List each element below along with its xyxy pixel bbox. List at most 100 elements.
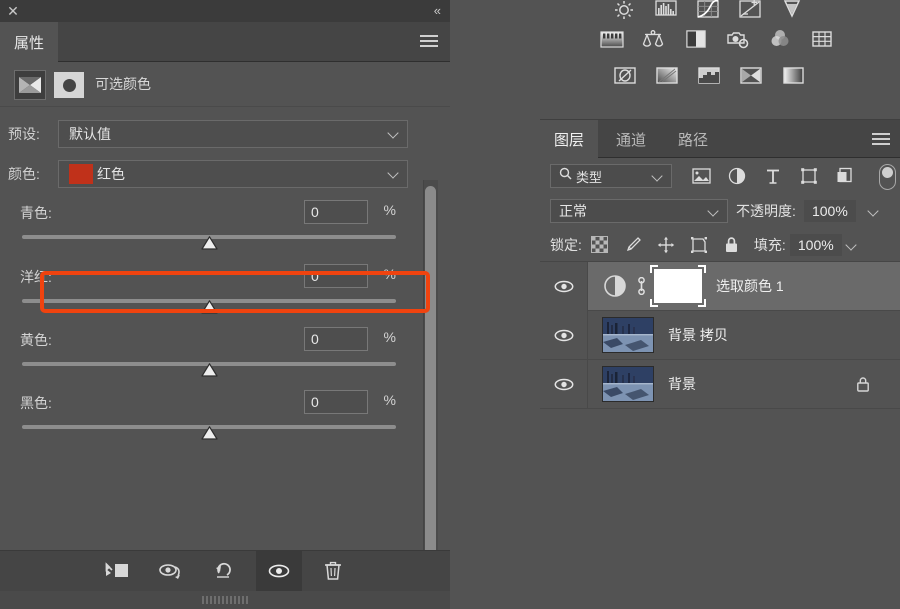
black-white-icon[interactable] xyxy=(682,26,710,52)
lock-label: 锁定: xyxy=(550,236,582,253)
tab-properties-label: 属性 xyxy=(13,34,44,52)
channel-mixer-icon[interactable] xyxy=(766,26,794,52)
layer-row[interactable]: 背景 xyxy=(540,359,900,409)
photoshop-panels-screenshot: ✕ « 属性 可选颜色 预设: 默认值 颜色: 红色 青色: 0 % 洋红: 0… xyxy=(0,0,900,609)
layer-mask-thumbnail[interactable] xyxy=(650,265,706,307)
slider-value-input[interactable]: 0 xyxy=(304,390,368,414)
tab-layers[interactable]: 图层 xyxy=(540,120,599,158)
fill-chevron-down-icon[interactable] xyxy=(842,234,862,256)
layer-locked-icon xyxy=(856,376,870,398)
slider-handle[interactable] xyxy=(201,426,218,440)
chevron-down-icon xyxy=(709,207,719,217)
blend-mode-dropdown[interactable]: 正常 xyxy=(550,199,728,223)
type-layer-filter-icon[interactable] xyxy=(762,165,784,187)
lock-icons xyxy=(590,235,742,255)
close-icon[interactable]: ✕ xyxy=(6,4,20,18)
tab-channels-label: 通道 xyxy=(616,131,647,149)
slider-handle[interactable] xyxy=(201,363,218,377)
invert-icon[interactable] xyxy=(612,62,640,88)
lock-image-icon[interactable] xyxy=(623,235,643,255)
layer-image-thumbnail[interactable] xyxy=(602,366,654,402)
layer-visibility-eye-icon[interactable] xyxy=(540,261,588,311)
layer-name: 背景 拷贝 xyxy=(668,327,728,343)
adjustment-layer-filter-icon[interactable] xyxy=(726,165,748,187)
toggle-previous-state-icon[interactable] xyxy=(148,551,194,592)
tab-channels[interactable]: 通道 xyxy=(602,120,660,158)
tab-paths[interactable]: 路径 xyxy=(664,120,722,158)
brightness-contrast-icon[interactable] xyxy=(610,0,638,22)
color-balance-icon[interactable] xyxy=(640,26,668,52)
slider-value-input[interactable]: 0 xyxy=(304,264,368,288)
preset-label: 预设: xyxy=(8,126,40,142)
filter-type-value: 类型 xyxy=(576,169,603,185)
layer-row[interactable]: 选取颜色 1 xyxy=(540,261,900,311)
opacity-chevron-down-icon[interactable] xyxy=(864,200,884,222)
lock-all-icon[interactable] xyxy=(722,235,742,255)
color-dropdown[interactable]: 红色 xyxy=(58,160,408,188)
tab-properties[interactable]: 属性 xyxy=(0,22,58,62)
lock-transparency-icon[interactable] xyxy=(590,235,610,255)
shape-layer-filter-icon[interactable] xyxy=(798,165,820,187)
smart-object-filter-icon[interactable] xyxy=(834,165,856,187)
photo-filter-icon[interactable] xyxy=(724,26,752,52)
exposure-icon[interactable] xyxy=(736,0,764,22)
double-chevron-left-icon[interactable]: « xyxy=(434,3,441,18)
adjustments-row-3 xyxy=(540,58,900,92)
color-label: 颜色: xyxy=(8,166,40,182)
vibrance-icon[interactable] xyxy=(778,0,806,22)
panel-resize-grip[interactable] xyxy=(0,591,450,609)
slider-label: 青色: xyxy=(20,205,52,221)
magnifier-icon xyxy=(559,167,572,185)
adjustments-panel xyxy=(540,0,900,120)
properties-footer-toolbar xyxy=(0,550,450,592)
visibility-eye-icon[interactable] xyxy=(256,550,302,592)
gradient-map-icon[interactable] xyxy=(780,62,808,88)
filter-enable-toggle[interactable] xyxy=(879,164,896,190)
properties-scrollbar-thumb[interactable] xyxy=(425,186,436,609)
slider-value-input[interactable]: 0 xyxy=(304,200,368,224)
layer-visibility-eye-icon[interactable] xyxy=(540,359,588,409)
clip-to-layer-icon[interactable] xyxy=(94,551,140,592)
blend-mode-row: 正常 不透明度: 100% xyxy=(540,194,900,228)
layer-mask-thumbnail[interactable] xyxy=(54,72,84,98)
threshold-icon[interactable] xyxy=(696,62,724,88)
opacity-label: 不透明度: xyxy=(736,203,796,219)
tab-layers-label: 图层 xyxy=(554,131,585,149)
hamburger-menu-icon[interactable] xyxy=(420,35,438,49)
chevron-down-icon xyxy=(389,169,399,179)
layer-name: 选取颜色 1 xyxy=(716,278,784,294)
fill-value[interactable]: 100% xyxy=(789,233,842,256)
hue-saturation-icon[interactable] xyxy=(598,26,626,52)
lock-artboard-icon[interactable] xyxy=(689,235,709,255)
reset-icon[interactable] xyxy=(202,551,248,592)
slider-handle[interactable] xyxy=(201,300,218,314)
color-lookup-icon[interactable] xyxy=(808,26,836,52)
layer-mask-link-icon[interactable] xyxy=(634,276,648,296)
preset-dropdown[interactable]: 默认值 xyxy=(58,120,408,148)
preset-row: 预设: 默认值 xyxy=(0,119,424,149)
hamburger-menu-icon[interactable] xyxy=(872,133,890,146)
preset-value: 默认值 xyxy=(69,126,111,142)
slider-unit: % xyxy=(383,329,396,345)
selective-color-icon[interactable] xyxy=(738,62,766,88)
filter-type-dropdown[interactable]: 类型 xyxy=(550,164,672,188)
delete-trash-icon[interactable] xyxy=(310,551,356,592)
layer-image-thumbnail[interactable] xyxy=(602,317,654,353)
layer-filter-row: 类型 xyxy=(540,158,900,194)
pixel-layer-filter-icon[interactable] xyxy=(690,165,712,187)
slider-unit: % xyxy=(383,202,396,218)
slider-unit: % xyxy=(383,392,396,408)
adjustment-title: 可选颜色 xyxy=(95,76,151,92)
adjustment-layer-thumbnail[interactable] xyxy=(602,273,628,299)
curves-icon[interactable] xyxy=(694,0,722,22)
blend-mode-value: 正常 xyxy=(559,203,587,219)
layer-visibility-eye-icon[interactable] xyxy=(540,310,588,360)
tab-paths-label: 路径 xyxy=(678,131,709,149)
lock-position-icon[interactable] xyxy=(656,235,676,255)
slider-value-input[interactable]: 0 xyxy=(304,327,368,351)
opacity-value[interactable]: 100% xyxy=(803,200,856,222)
posterize-icon[interactable] xyxy=(654,62,682,88)
layer-row[interactable]: 背景 拷贝 xyxy=(540,310,900,360)
slider-handle[interactable] xyxy=(201,236,218,250)
levels-icon[interactable] xyxy=(652,0,680,22)
